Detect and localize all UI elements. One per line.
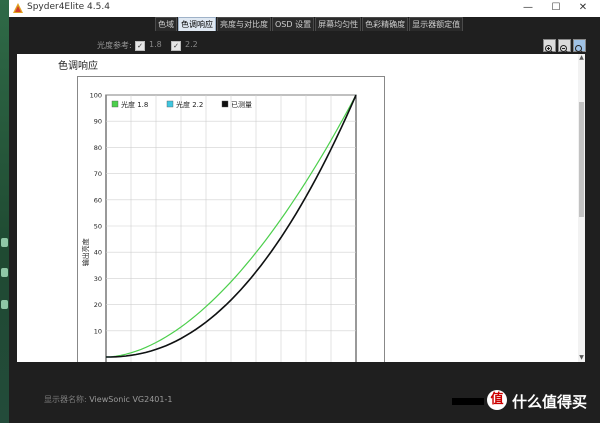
zoom-out-icon[interactable] <box>558 39 571 55</box>
y-tick-label: 70 <box>94 170 102 178</box>
y-tick-label: 100 <box>90 92 102 100</box>
tab-bar: 色域 色调响应 亮度与对比度 OSD 设置 屏幕均匀性 色彩精确度 显示器额定值 <box>9 17 600 31</box>
desktop-icon[interactable] <box>1 238 8 247</box>
legend-entry: 已测量 <box>231 101 252 109</box>
scroll-up-icon[interactable]: ▲ <box>578 54 585 61</box>
y-axis-label: 输出亮度 <box>81 238 90 266</box>
tab-brightness-contrast[interactable]: 亮度与对比度 <box>217 17 271 31</box>
y-tick-label: 80 <box>94 144 102 152</box>
chart-svg: 10 20 30 40 50 60 70 80 90 100 输出亮度 光度 1.8 光度 2.2 已测量 <box>81 92 357 362</box>
scroll-down-icon[interactable]: ▼ <box>578 354 585 361</box>
y-tick-label: 50 <box>94 223 102 231</box>
app-logo-icon <box>13 3 23 13</box>
gamma-reference-label: 光度参考: <box>97 41 132 50</box>
zoom-in-icon[interactable] <box>543 39 556 55</box>
vertical-scrollbar[interactable]: ▲ ▼ <box>578 54 585 362</box>
y-tick-label: 10 <box>94 327 102 335</box>
zoom-fit-icon[interactable] <box>573 39 586 55</box>
legend-entry: 光度 2.2 <box>176 100 203 109</box>
y-tick-label: 30 <box>94 275 102 283</box>
minimize-button[interactable]: — <box>519 1 537 15</box>
tab-display-rating[interactable]: 显示器额定值 <box>409 17 464 31</box>
tab-uniformity[interactable]: 屏幕均匀性 <box>315 17 362 31</box>
tab-color-accuracy[interactable]: 色彩精确度 <box>362 17 409 31</box>
scroll-thumb[interactable] <box>579 102 584 217</box>
app-window: Spyder4Elite 4.5.4 — ☐ ✕ 色域 色调响应 亮度与对比度 … <box>9 0 600 423</box>
y-tick-label: 40 <box>94 249 102 257</box>
watermark-logo-icon: 值 <box>487 390 507 410</box>
y-tick-label: 60 <box>94 196 102 204</box>
chart-toolbar: 光度参考: ✓ 1.8 ✓ 2.2 <box>9 38 600 55</box>
gamma-2-2-label: 2.2 <box>185 40 198 49</box>
legend-swatch <box>166 100 174 108</box>
gamma-1-8-label: 1.8 <box>149 40 162 49</box>
legend-entry: 光度 1.8 <box>121 100 148 109</box>
y-tick-label: 20 <box>94 301 102 309</box>
content-panel: 色调响应 10 20 30 40 50 60 70 80 90 100 输出亮度 光度 1.8 光度 2… <box>17 54 585 362</box>
maximize-button[interactable]: ☐ <box>547 1 565 15</box>
display-name: 显示器名称: ViewSonic VG2401-1 <box>44 395 173 404</box>
watermark-bar <box>452 398 484 405</box>
tab-osd-settings[interactable]: OSD 设置 <box>272 17 315 31</box>
gamma-1-8-checkbox[interactable]: ✓ <box>135 41 145 51</box>
desktop-icon[interactable] <box>1 300 8 309</box>
section-title: 色调响应 <box>58 61 98 72</box>
tab-gamut[interactable]: 色域 <box>155 17 177 31</box>
window-title: Spyder4Elite 4.5.4 <box>27 2 110 12</box>
close-button[interactable]: ✕ <box>574 1 592 15</box>
gamma-2-2-checkbox[interactable]: ✓ <box>171 41 181 51</box>
y-tick-label: 90 <box>94 118 102 126</box>
legend-swatch <box>221 100 229 108</box>
footer: 显示器名称: ViewSonic VG2401-1 值 什么值得买 <box>9 362 600 423</box>
tab-tone-response[interactable]: 色调响应 <box>178 17 216 31</box>
desktop-icon[interactable] <box>1 268 8 277</box>
title-bar[interactable]: Spyder4Elite 4.5.4 — ☐ ✕ <box>9 0 600 18</box>
legend-swatch <box>111 100 119 108</box>
tone-response-chart: 10 20 30 40 50 60 70 80 90 100 输出亮度 光度 1.8 光度 2.2 已测量 <box>77 76 385 362</box>
desktop-edge <box>0 0 9 423</box>
watermark-text: 什么值得买 <box>512 393 588 411</box>
